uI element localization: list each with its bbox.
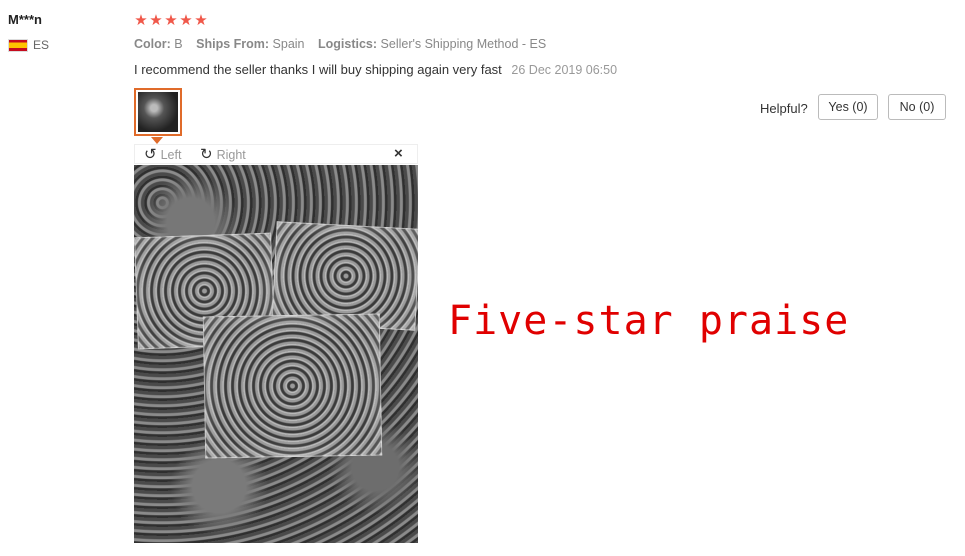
review-photo-thumbnail[interactable]	[134, 88, 182, 136]
review-text: I recommend the seller thanks I will buy…	[134, 62, 502, 77]
review-date: 26 Dec 2019 06:50	[511, 63, 618, 77]
rotate-right-icon: ↻	[200, 146, 213, 163]
thumbnail-image	[138, 92, 178, 132]
star-icon: ★	[164, 12, 179, 29]
thumbnail-selected-indicator	[151, 137, 163, 144]
ships-from-value: Spain	[272, 37, 305, 51]
order-meta: Color: B Ships From: Spain Logistics: Se…	[134, 37, 556, 51]
star-rating: ★★★★★	[134, 11, 209, 29]
logistics-value: Seller's Shipping Method - ES	[380, 37, 547, 51]
logistics-label: Logistics:	[318, 37, 378, 51]
rotate-left-label: Left	[160, 148, 182, 162]
reviewer-country: ES	[33, 38, 50, 52]
rotate-left-icon: ↺	[144, 146, 157, 163]
ships-from-label: Ships From:	[196, 37, 270, 51]
review-body: I recommend the seller thanks I will buy…	[134, 62, 617, 77]
spain-flag-icon	[8, 39, 28, 52]
helpful-no-button[interactable]: No (0)	[888, 94, 946, 120]
rotate-right-button[interactable]: ↻ Right	[200, 145, 246, 163]
promo-overlay-text: Five-star praise	[448, 298, 850, 344]
helpful-label: Helpful?	[760, 101, 808, 116]
rotate-right-label: Right	[216, 148, 246, 162]
star-icon: ★	[194, 12, 209, 29]
product-bag-image	[202, 313, 383, 459]
reviewer-name: M***n	[8, 12, 42, 27]
star-icon: ★	[149, 12, 164, 29]
helpful-yes-button[interactable]: Yes (0)	[818, 94, 878, 120]
review-photo-large	[134, 165, 418, 543]
color-value: B	[174, 37, 183, 51]
close-icon[interactable]: ×	[394, 145, 403, 162]
color-label: Color:	[134, 37, 171, 51]
rotate-left-button[interactable]: ↺ Left	[144, 145, 181, 163]
star-icon: ★	[134, 12, 149, 29]
star-icon: ★	[179, 12, 194, 29]
